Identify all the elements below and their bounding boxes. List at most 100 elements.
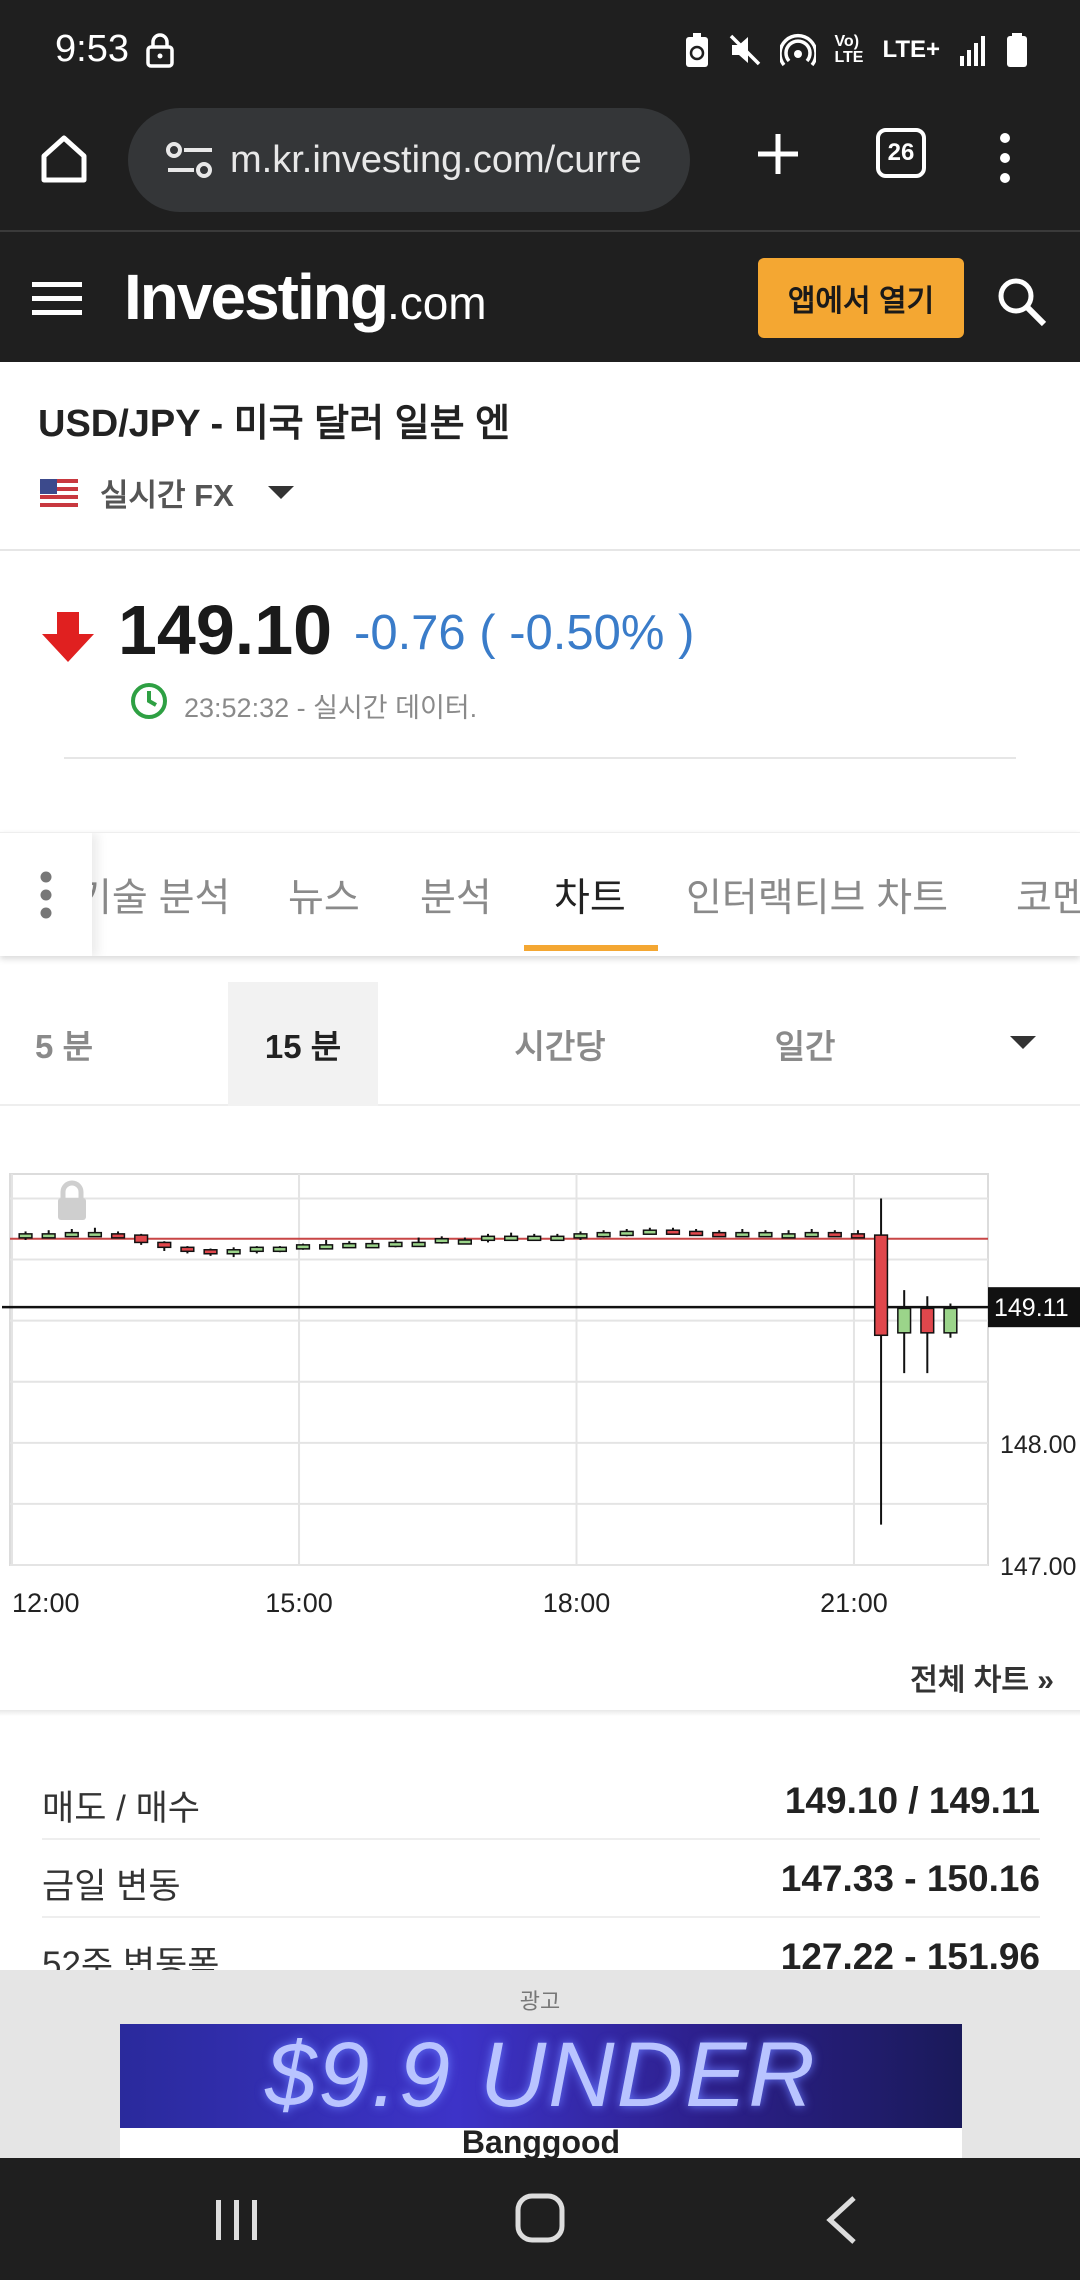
ad-headline[interactable]: $9.9 UNDER [120,2024,962,2126]
candle-body [758,1231,773,1238]
candle-body [920,1307,935,1334]
tab-chart[interactable]: 차트 [554,867,626,923]
address-bar[interactable]: m.kr.investing.com/curre [128,108,690,212]
chevron-down-icon[interactable] [267,486,294,499]
ad-banner[interactable]: $9.9 UNDER Banggood [120,2024,962,2158]
tab-news[interactable]: 뉴스 [288,867,360,923]
divider [0,549,1080,551]
chevron-down-icon[interactable] [1010,1036,1036,1049]
tab-analysis[interactable]: 분석 [420,867,492,923]
stat-row-day-range: 금일 변동 147.33 - 150.16 [42,1840,1040,1918]
tab-switcher-button[interactable]: 26 [876,128,926,178]
candle-body [897,1307,912,1334]
divider [0,1710,1080,1716]
candle-body [180,1246,195,1253]
candle-body [688,1230,704,1237]
candle-body [434,1238,449,1244]
candle-body [134,1234,149,1244]
ad-brand[interactable]: Banggood [120,2124,962,2158]
site-settings-icon[interactable] [164,140,216,180]
site-logo[interactable]: Investing.com [124,260,487,334]
candle-body [249,1246,264,1253]
volte-icon: Vo) LTE [834,33,864,66]
tab-technical[interactable]: 기술 분석 [76,867,230,923]
clock-icon [131,683,167,719]
last-price: 149.10 [118,591,333,669]
full-chart-link[interactable]: 전체 차트 » [910,1655,1054,1699]
interval-selector: 5 분 15 분 시간당 일간 [0,982,1080,1106]
more-vert-icon[interactable] [990,130,1020,186]
stat-label: 매도 / 매수 [42,1789,200,1828]
more-vert-icon[interactable] [39,871,53,919]
candle-body [804,1231,819,1238]
candle-body [457,1239,472,1245]
system-nav-bar [0,2158,1080,2280]
tab-interactive-chart[interactable]: 인터랙티브 차트 [686,867,948,923]
candle-body [527,1235,542,1242]
candle-body [943,1307,958,1334]
candle-body [550,1235,565,1242]
lock-icon [58,1198,86,1220]
candle-body [64,1231,79,1238]
candle-body [157,1241,172,1249]
candle-body [342,1242,357,1249]
candle-body [226,1249,241,1255]
price-chart[interactable]: 12:00 15:00 18:00 21:00 148.00 147.00 149.11 [0,1150,1080,1630]
mute-icon [730,34,761,66]
battery-icon [1007,33,1027,67]
signal-icon [960,36,985,66]
interval-hourly[interactable]: 시간당 [480,982,640,1106]
tab-comments[interactable]: 코멘트 [1016,867,1080,923]
interval-15min[interactable]: 15 분 [228,982,378,1106]
candle-body [665,1229,681,1235]
logo-main: Investing [124,261,389,333]
hotspot-icon [780,34,817,67]
nav-home-icon[interactable] [514,2192,566,2244]
market-selector[interactable]: 실시간 FX [40,470,294,515]
quote-timestamp: 23:52:32 - 실시간 데이터. [184,693,478,723]
candle-body [110,1233,126,1239]
interval-5min[interactable]: 5 분 [0,982,128,1106]
arrow-down-icon [42,612,94,662]
candle-body [203,1249,218,1255]
open-in-app-button[interactable]: 앱에서 열기 [758,258,964,338]
menu-icon[interactable] [32,280,82,316]
price-change: -0.76 ( -0.50% ) [354,606,695,660]
candle-body [272,1246,288,1253]
y-tick-label: 147.00 [1000,1553,1076,1581]
stat-label: 금일 변동 [42,1867,181,1906]
candle-body [642,1229,657,1235]
instrument-title: USD/JPY - 미국 달러 일본 엔 [38,403,511,445]
candle-body [781,1233,796,1239]
url-text[interactable]: m.kr.investing.com/curre [230,139,642,182]
stat-row-bid-ask: 매도 / 매수 149.10 / 149.11 [42,1762,1040,1840]
market-label[interactable]: 실시간 FX [100,470,234,515]
back-icon[interactable] [822,2194,862,2246]
candle-body [873,1234,889,1337]
search-icon[interactable] [996,276,1048,328]
candle-body [295,1244,311,1250]
tabs-more-icon[interactable] [0,833,92,956]
x-tick-label: 15:00 [265,1588,333,1618]
stat-value: 149.10 / 149.11 [784,1780,1040,1821]
candle-body [573,1233,588,1239]
candle-body [411,1241,426,1248]
x-tick-label: 12:00 [12,1588,80,1618]
status-time: 9:53 [55,28,129,70]
section-tabs: 기술 분석 뉴스 분석 차트 인터랙티브 차트 코멘트 [0,832,1080,956]
candle-body [619,1230,634,1237]
y-tick-label: 148.00 [1000,1431,1076,1459]
ad-container: 광고 $9.9 UNDER Banggood [0,1970,1080,2158]
us-flag-icon [40,478,78,507]
candle-body [712,1231,727,1238]
new-tab-icon[interactable] [752,128,804,180]
current-price-label: 149.11 [994,1294,1069,1322]
candle-body [388,1241,403,1248]
recent-apps-icon[interactable] [212,2198,262,2242]
candle-body [596,1231,611,1238]
candle-body [480,1235,496,1242]
data-saver-icon [686,33,709,67]
home-icon[interactable] [36,130,92,186]
candle-body [87,1231,103,1238]
interval-daily[interactable]: 일간 [730,982,880,1106]
